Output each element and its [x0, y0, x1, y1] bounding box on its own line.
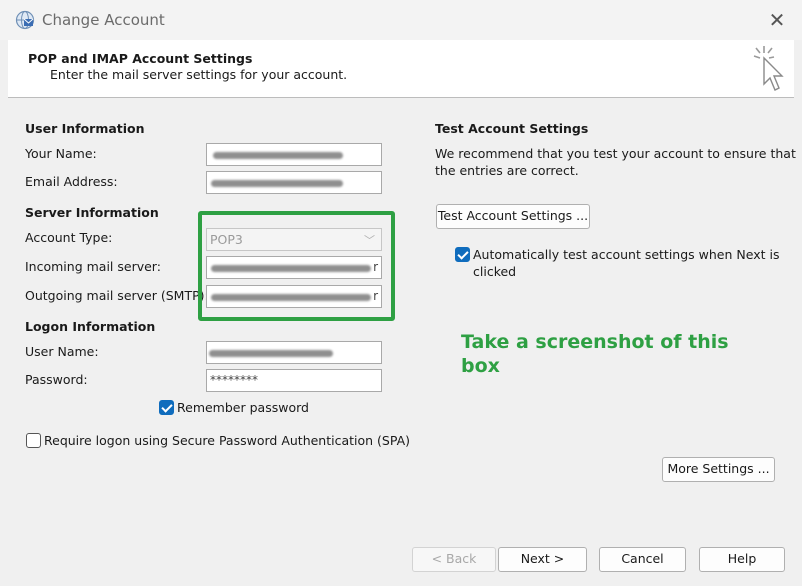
user-name-label: User Name: — [25, 344, 99, 359]
account-type-label: Account Type: — [25, 230, 113, 245]
header-title: POP and IMAP Account Settings — [28, 51, 253, 66]
header-subtitle: Enter the mail server settings for your … — [50, 67, 348, 82]
outgoing-server-label: Outgoing mail server (SMTP): — [25, 288, 209, 303]
outlook-account-icon — [15, 10, 35, 30]
help-button[interactable]: Help — [699, 547, 785, 572]
email-address-input[interactable] — [206, 171, 382, 194]
close-icon[interactable]: ✕ — [764, 8, 790, 34]
test-description-line1: We recommend that you test your account … — [435, 146, 796, 161]
auto-test-line1: Automatically test account settings when… — [473, 247, 780, 262]
logon-info-heading: Logon Information — [25, 319, 156, 334]
password-input[interactable]: ******** — [206, 369, 382, 392]
remember-password-checkbox[interactable] — [159, 400, 174, 415]
server-info-heading: Server Information — [25, 205, 159, 220]
your-name-input[interactable] — [206, 143, 382, 166]
back-button[interactable]: < Back — [412, 547, 496, 572]
password-value: ******** — [210, 373, 258, 387]
test-description-line2: the entries are correct. — [435, 163, 579, 178]
window-title: Change Account — [42, 11, 165, 29]
remember-password-label: Remember password — [177, 400, 309, 415]
auto-test-line2: clicked — [473, 264, 517, 279]
your-name-label: Your Name: — [25, 146, 97, 161]
next-button[interactable]: Next > — [498, 547, 587, 572]
click-cursor-icon — [753, 46, 784, 91]
title-bar: Change Account ✕ — [0, 0, 802, 40]
cancel-button[interactable]: Cancel — [599, 547, 686, 572]
annotation-highlight-box — [198, 211, 395, 321]
incoming-server-label: Incoming mail server: — [25, 259, 161, 274]
spa-checkbox[interactable] — [26, 433, 41, 448]
annotation-line2: box — [461, 355, 500, 377]
annotation-line1: Take a screenshot of this — [461, 331, 729, 353]
test-account-settings-button[interactable]: Test Account Settings ... — [436, 204, 590, 229]
auto-test-checkbox[interactable] — [455, 247, 470, 262]
email-address-label: Email Address: — [25, 174, 118, 189]
annotation-text: Take a screenshot of this box — [461, 330, 751, 378]
password-label: Password: — [25, 372, 88, 387]
user-name-input[interactable] — [206, 341, 382, 364]
test-settings-heading: Test Account Settings — [435, 121, 589, 136]
dialog-header: POP and IMAP Account Settings Enter the … — [8, 40, 794, 98]
more-settings-button[interactable]: More Settings ... — [662, 457, 775, 482]
user-info-heading: User Information — [25, 121, 145, 136]
spa-label: Require logon using Secure Password Auth… — [44, 433, 411, 448]
